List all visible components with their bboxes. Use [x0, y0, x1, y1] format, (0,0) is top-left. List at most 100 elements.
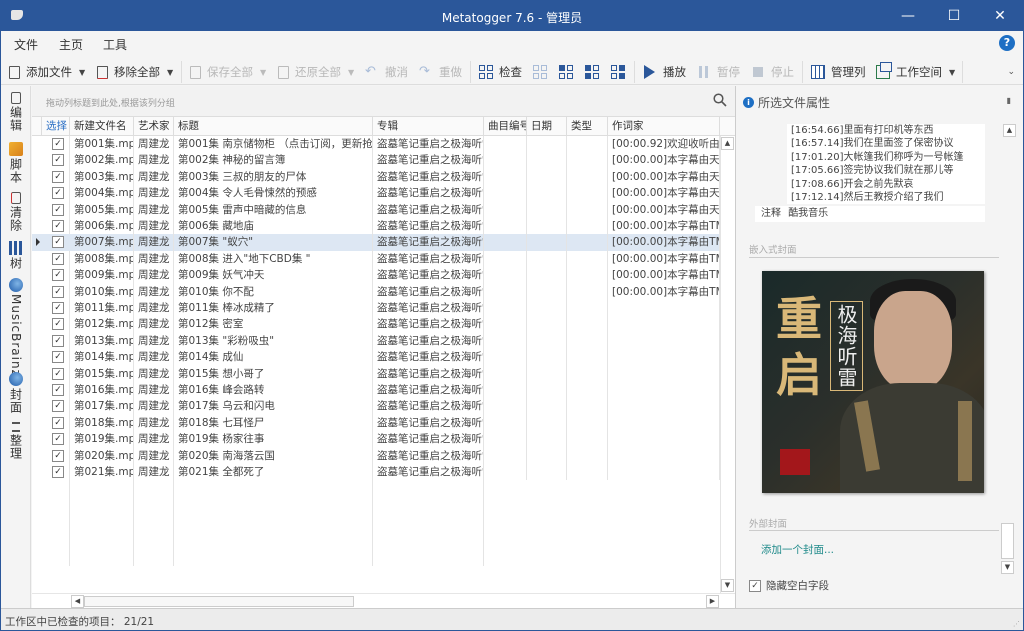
cell-album[interactable]: 盗墓笔记重启之极海听雷	[373, 447, 484, 464]
cell-track[interactable]	[484, 365, 527, 382]
cell-date[interactable]	[527, 218, 567, 235]
cell-album[interactable]: 盗墓笔记重启之极海听雷	[373, 332, 484, 350]
row-checkbox[interactable]: ✓	[52, 384, 64, 396]
table-row[interactable]: ✓ 第001集.mp3周建龙第001集 南京储物柜 （点击订阅，更新抢先听）盗墓笔…	[32, 136, 720, 153]
checkbox-icon[interactable]: ✓	[749, 579, 761, 592]
resize-grip-icon[interactable]: ⋰	[1013, 620, 1020, 628]
cell-track[interactable]	[484, 382, 527, 399]
stop-button[interactable]: 停止	[751, 63, 794, 81]
cell-album[interactable]: 盗墓笔记重启之极海听雷	[373, 365, 484, 382]
table-row[interactable]: ✓ 第008集.mp3周建龙第008集 进入"地下CBD集 "盗墓笔记重启之极海听…	[32, 250, 720, 268]
embedded-cover-image[interactable]: 重启 极海听雷	[762, 271, 984, 493]
cell-date[interactable]	[527, 168, 567, 186]
cell-date[interactable]	[527, 283, 567, 300]
cell-title[interactable]: 第006集 藏地庙	[174, 218, 373, 235]
check-selected-button[interactable]	[559, 63, 579, 81]
cell-date[interactable]	[527, 382, 567, 399]
cell-album[interactable]: 盗墓笔记重启之极海听雷	[373, 168, 484, 186]
cell-date[interactable]	[527, 365, 567, 382]
scroll-down-icon[interactable]: ▼	[721, 579, 734, 592]
table-row[interactable]: ✓ 第009集.mp3周建龙第009集 妖气冲天盗墓笔记重启之极海听雷 [00:00…	[32, 267, 720, 284]
cell-lyricist[interactable]: [00:00.00]本字幕由天琴实验	[608, 201, 720, 218]
uncheck-all-button[interactable]	[533, 63, 553, 81]
cell-filename[interactable]: 第019集.mp3	[70, 431, 134, 448]
pin-icon[interactable]: ▮	[1007, 96, 1011, 105]
cell-artist[interactable]: 周建龙	[134, 234, 174, 251]
cell-date[interactable]	[527, 201, 567, 218]
cell-album[interactable]: 盗墓笔记重启之极海听雷	[373, 382, 484, 399]
cell-artist[interactable]: 周建龙	[134, 398, 174, 415]
cell-title[interactable]: 第015集 想小哥了	[174, 365, 373, 382]
cell-filename[interactable]: 第016集.mp3	[70, 382, 134, 399]
cell-lyricist[interactable]	[608, 414, 720, 432]
cell-track[interactable]	[484, 447, 527, 464]
table-row[interactable]: ✓ 第003集.mp3周建龙第003集 三叔的朋友的尸体盗墓笔记重启之极海听雷 [0…	[32, 168, 720, 186]
cell-date[interactable]	[527, 250, 567, 268]
scroll-right-icon[interactable]: ▶	[706, 595, 719, 608]
cell-track[interactable]	[484, 234, 527, 251]
cell-genre[interactable]	[567, 201, 608, 218]
column-header-artist[interactable]: 艺术家	[134, 117, 174, 136]
table-row[interactable]: ✓ 第004集.mp3周建龙第004集 令人毛骨悚然的预感盗墓笔记重启之极海听雷 […	[32, 185, 720, 202]
cell-album[interactable]: 盗墓笔记重启之极海听雷	[373, 234, 484, 251]
horizontal-scroll-thumb[interactable]	[84, 596, 354, 607]
table-row[interactable]: ✓ 第010集.mp3周建龙第010集 你不配盗墓笔记重启之极海听雷 [00:00.…	[32, 283, 720, 300]
tab-tools[interactable]: 工具	[103, 36, 127, 53]
cell-lyricist[interactable]: [00:00.00]本字幕由天琴实验	[608, 185, 720, 202]
help-icon[interactable]: ?	[999, 35, 1015, 51]
scroll-up-icon[interactable]: ▲	[1003, 124, 1016, 137]
manage-columns-button[interactable]: 管理列	[811, 63, 866, 81]
row-checkbox[interactable]: ✓	[52, 334, 64, 347]
cell-lyricist[interactable]	[608, 300, 720, 317]
hide-empty-fields-checkbox[interactable]: ✓ 隐藏空白字段	[749, 578, 829, 593]
cell-track[interactable]	[484, 250, 527, 268]
row-checkbox[interactable]: ✓	[52, 187, 64, 200]
cell-filename[interactable]: 第001集.mp3	[70, 136, 134, 153]
lyrics-field[interactable]: [16:54.66]里面有打印机等东西 [16:57.14]我们在里面签了保密协…	[787, 124, 985, 204]
column-header-track[interactable]: 曲目编号	[484, 117, 527, 136]
add-cover-link[interactable]: 添加一个封面...	[761, 542, 834, 557]
row-checkbox[interactable]: ✓	[52, 138, 64, 150]
cell-title[interactable]: 第018集 七耳怪尸	[174, 414, 373, 432]
cell-filename[interactable]: 第005集.mp3	[70, 201, 134, 218]
cell-date[interactable]	[527, 267, 567, 284]
cell-genre[interactable]	[567, 332, 608, 350]
cell-title[interactable]: 第019集 杨家往事	[174, 431, 373, 448]
tab-file[interactable]: 文件	[14, 36, 38, 53]
cell-genre[interactable]	[567, 152, 608, 169]
cell-filename[interactable]: 第014集.mp3	[70, 349, 134, 366]
cell-title[interactable]: 第014集 成仙	[174, 349, 373, 366]
cell-genre[interactable]	[567, 316, 608, 333]
row-checkbox[interactable]: ✓	[52, 449, 64, 462]
cell-artist[interactable]: 周建龙	[134, 332, 174, 350]
cell-artist[interactable]: 周建龙	[134, 185, 174, 202]
cell-date[interactable]	[527, 300, 567, 317]
side-tab-script[interactable]: 脚本	[5, 142, 27, 184]
cell-lyricist[interactable]	[608, 447, 720, 464]
cell-title[interactable]: 第007集 "蚁穴"	[174, 234, 373, 251]
minimize-button[interactable]: —	[885, 1, 931, 31]
cell-lyricist[interactable]	[608, 365, 720, 382]
cell-artist[interactable]: 周建龙	[134, 349, 174, 366]
cell-genre[interactable]	[567, 250, 608, 268]
chevron-down-icon[interactable]: ▼	[260, 68, 266, 77]
cell-album[interactable]: 盗墓笔记重启之极海听雷	[373, 185, 484, 202]
row-checkbox[interactable]: ✓	[52, 302, 64, 314]
cell-title[interactable]: 第001集 南京储物柜 （点击订阅，更新抢先听）	[174, 136, 373, 153]
cell-filename[interactable]: 第012集.mp3	[70, 316, 134, 333]
row-checkbox[interactable]: ✓	[52, 170, 64, 183]
workspace-button[interactable]: 工作空间 ▼	[876, 62, 955, 81]
cell-album[interactable]: 盗墓笔记重启之极海听雷	[373, 267, 484, 284]
cell-date[interactable]	[527, 464, 567, 481]
row-checkbox[interactable]: ✓	[52, 285, 64, 298]
cell-date[interactable]	[527, 398, 567, 415]
row-checkbox[interactable]: ✓	[52, 220, 64, 232]
cell-album[interactable]: 盗墓笔记重启之极海听雷	[373, 201, 484, 218]
cell-lyricist[interactable]: [00:00.00]本字幕由天琴实验	[608, 168, 720, 186]
cell-filename[interactable]: 第002集.mp3	[70, 152, 134, 169]
cell-track[interactable]	[484, 414, 527, 432]
table-row[interactable]: ✓ 第015集.mp3周建龙第015集 想小哥了盗墓笔记重启之极海听雷	[32, 365, 720, 382]
cell-filename[interactable]: 第010集.mp3	[70, 283, 134, 300]
invert-check-button[interactable]	[585, 63, 605, 81]
cell-artist[interactable]: 周建龙	[134, 316, 174, 333]
